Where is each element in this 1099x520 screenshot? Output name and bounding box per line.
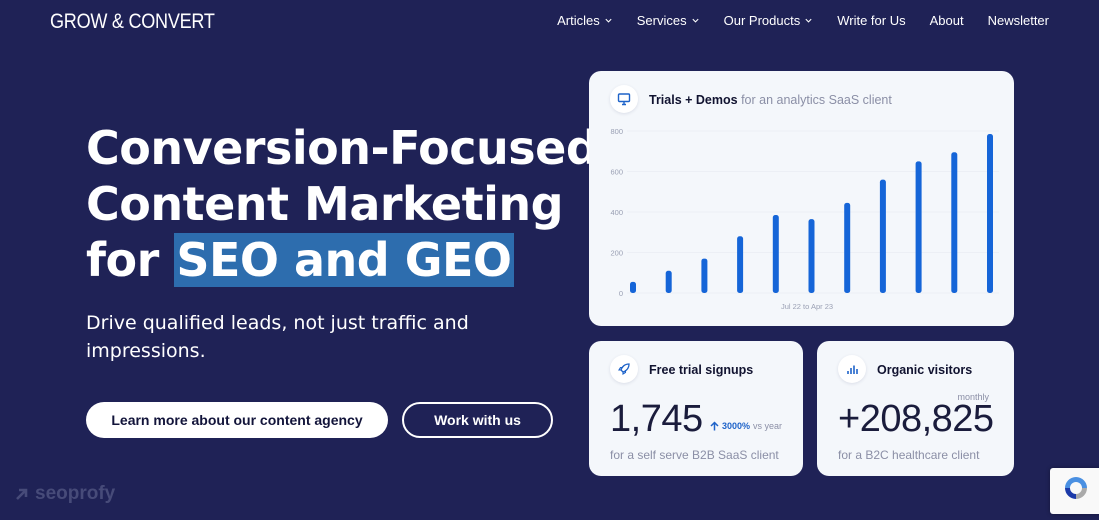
chart-bar [951, 152, 958, 293]
visitors-title-text: Organic visitors [877, 363, 973, 377]
chart-bar [987, 134, 993, 293]
nav-item-newsletter[interactable]: Newsletter [988, 13, 1049, 28]
chevron-down-icon [605, 18, 612, 23]
seoprofy-watermark: seoprofy [14, 483, 115, 505]
y-tick-label: 0 [619, 289, 623, 298]
nav-item-label: Write for Us [837, 13, 906, 28]
arrow-up-icon [710, 421, 719, 431]
hero-title-line-2: Content Marketing [86, 177, 564, 231]
hero-title-prefix: for [86, 233, 175, 287]
trials-demos-chart-card: Trials + Demos for an analytics SaaS cli… [589, 71, 1014, 326]
nav-item-label: Services [636, 13, 687, 28]
y-tick-label: 600 [610, 168, 623, 177]
rocket-icon [610, 355, 638, 383]
nav-item-articles[interactable]: Articles [557, 13, 613, 28]
nav-item-label: Our Products [723, 13, 801, 28]
chart-bar [737, 236, 744, 293]
y-tick-label: 800 [610, 127, 623, 136]
trials-card-title: Free trial signups [649, 363, 753, 377]
organic-visitors-card: Organic visitors monthly +208,825 for a … [817, 341, 1014, 476]
visitors-footnote: for a B2C healthcare client [838, 448, 980, 462]
y-tick-label: 200 [610, 249, 623, 258]
main-menu: Articles Services Our Products Write for… [533, 13, 1049, 28]
chart-bar [665, 270, 672, 293]
nav-item-write-for-us[interactable]: Write for Us [837, 13, 905, 28]
chart-bar [844, 202, 851, 293]
hero-subtitle: Drive qualified leads, not just traffic … [86, 312, 469, 362]
chevron-down-icon [805, 18, 812, 23]
chart-bar [772, 215, 779, 293]
arrow-up-right-icon [16, 488, 28, 500]
trials-value: 1,745 [610, 398, 703, 440]
top-navigation: GROW & CONVERT Articles Services Our Pro… [0, 0, 1099, 44]
nav-item-our-products[interactable]: Our Products [724, 13, 814, 28]
watermark-text: seoprofy [35, 483, 116, 504]
site-logo[interactable]: GROW & CONVERT [50, 10, 215, 34]
chevron-down-icon [692, 18, 699, 23]
recaptcha-icon [1065, 477, 1087, 499]
trials-footnote: for a self serve B2B SaaS client [610, 448, 779, 462]
recaptcha-badge[interactable] [1050, 468, 1099, 514]
nav-item-label: Newsletter [987, 13, 1049, 28]
chart-bar [630, 281, 636, 293]
nav-item-services[interactable]: Services [637, 13, 700, 28]
growth-suffix: vs year [753, 421, 783, 431]
trials-title-text: Free trial signups [649, 363, 754, 377]
learn-more-button[interactable]: Learn more about our content agency [86, 402, 388, 438]
hero-title-highlight: SEO and GEO [174, 233, 514, 287]
hero-title-line-1: Conversion-Focused [86, 121, 599, 175]
bar-chart-icon [838, 355, 866, 383]
chart-bar [701, 258, 708, 293]
nav-item-about[interactable]: About [930, 13, 964, 28]
trials-demos-bar-chart: 800 600 400 200 0 Jul 22 to Apr 23 [610, 127, 999, 311]
y-tick-label: 400 [610, 208, 623, 217]
work-with-us-button[interactable]: Work with us [402, 402, 553, 438]
growth-percent: 3000% [722, 421, 751, 431]
chart-bar [808, 219, 815, 293]
nav-item-label: Articles [557, 13, 600, 28]
visitors-card-title: Organic visitors [877, 363, 972, 377]
nav-item-label: About [929, 13, 964, 28]
free-trial-signups-card: Free trial signups 1,745 3000% vs year f… [589, 341, 803, 476]
hero-title-line-3: for SEO and GEO [86, 232, 556, 288]
x-axis-label: Jul 22 to Apr 23 [781, 302, 833, 311]
hero-title: Conversion-Focused Content Marketing for… [86, 120, 599, 288]
chart-bar [915, 161, 922, 293]
growth-indicator: 3000% vs year [710, 421, 782, 431]
visitors-value: +208,825 [838, 398, 994, 440]
chart-bar [879, 179, 886, 293]
